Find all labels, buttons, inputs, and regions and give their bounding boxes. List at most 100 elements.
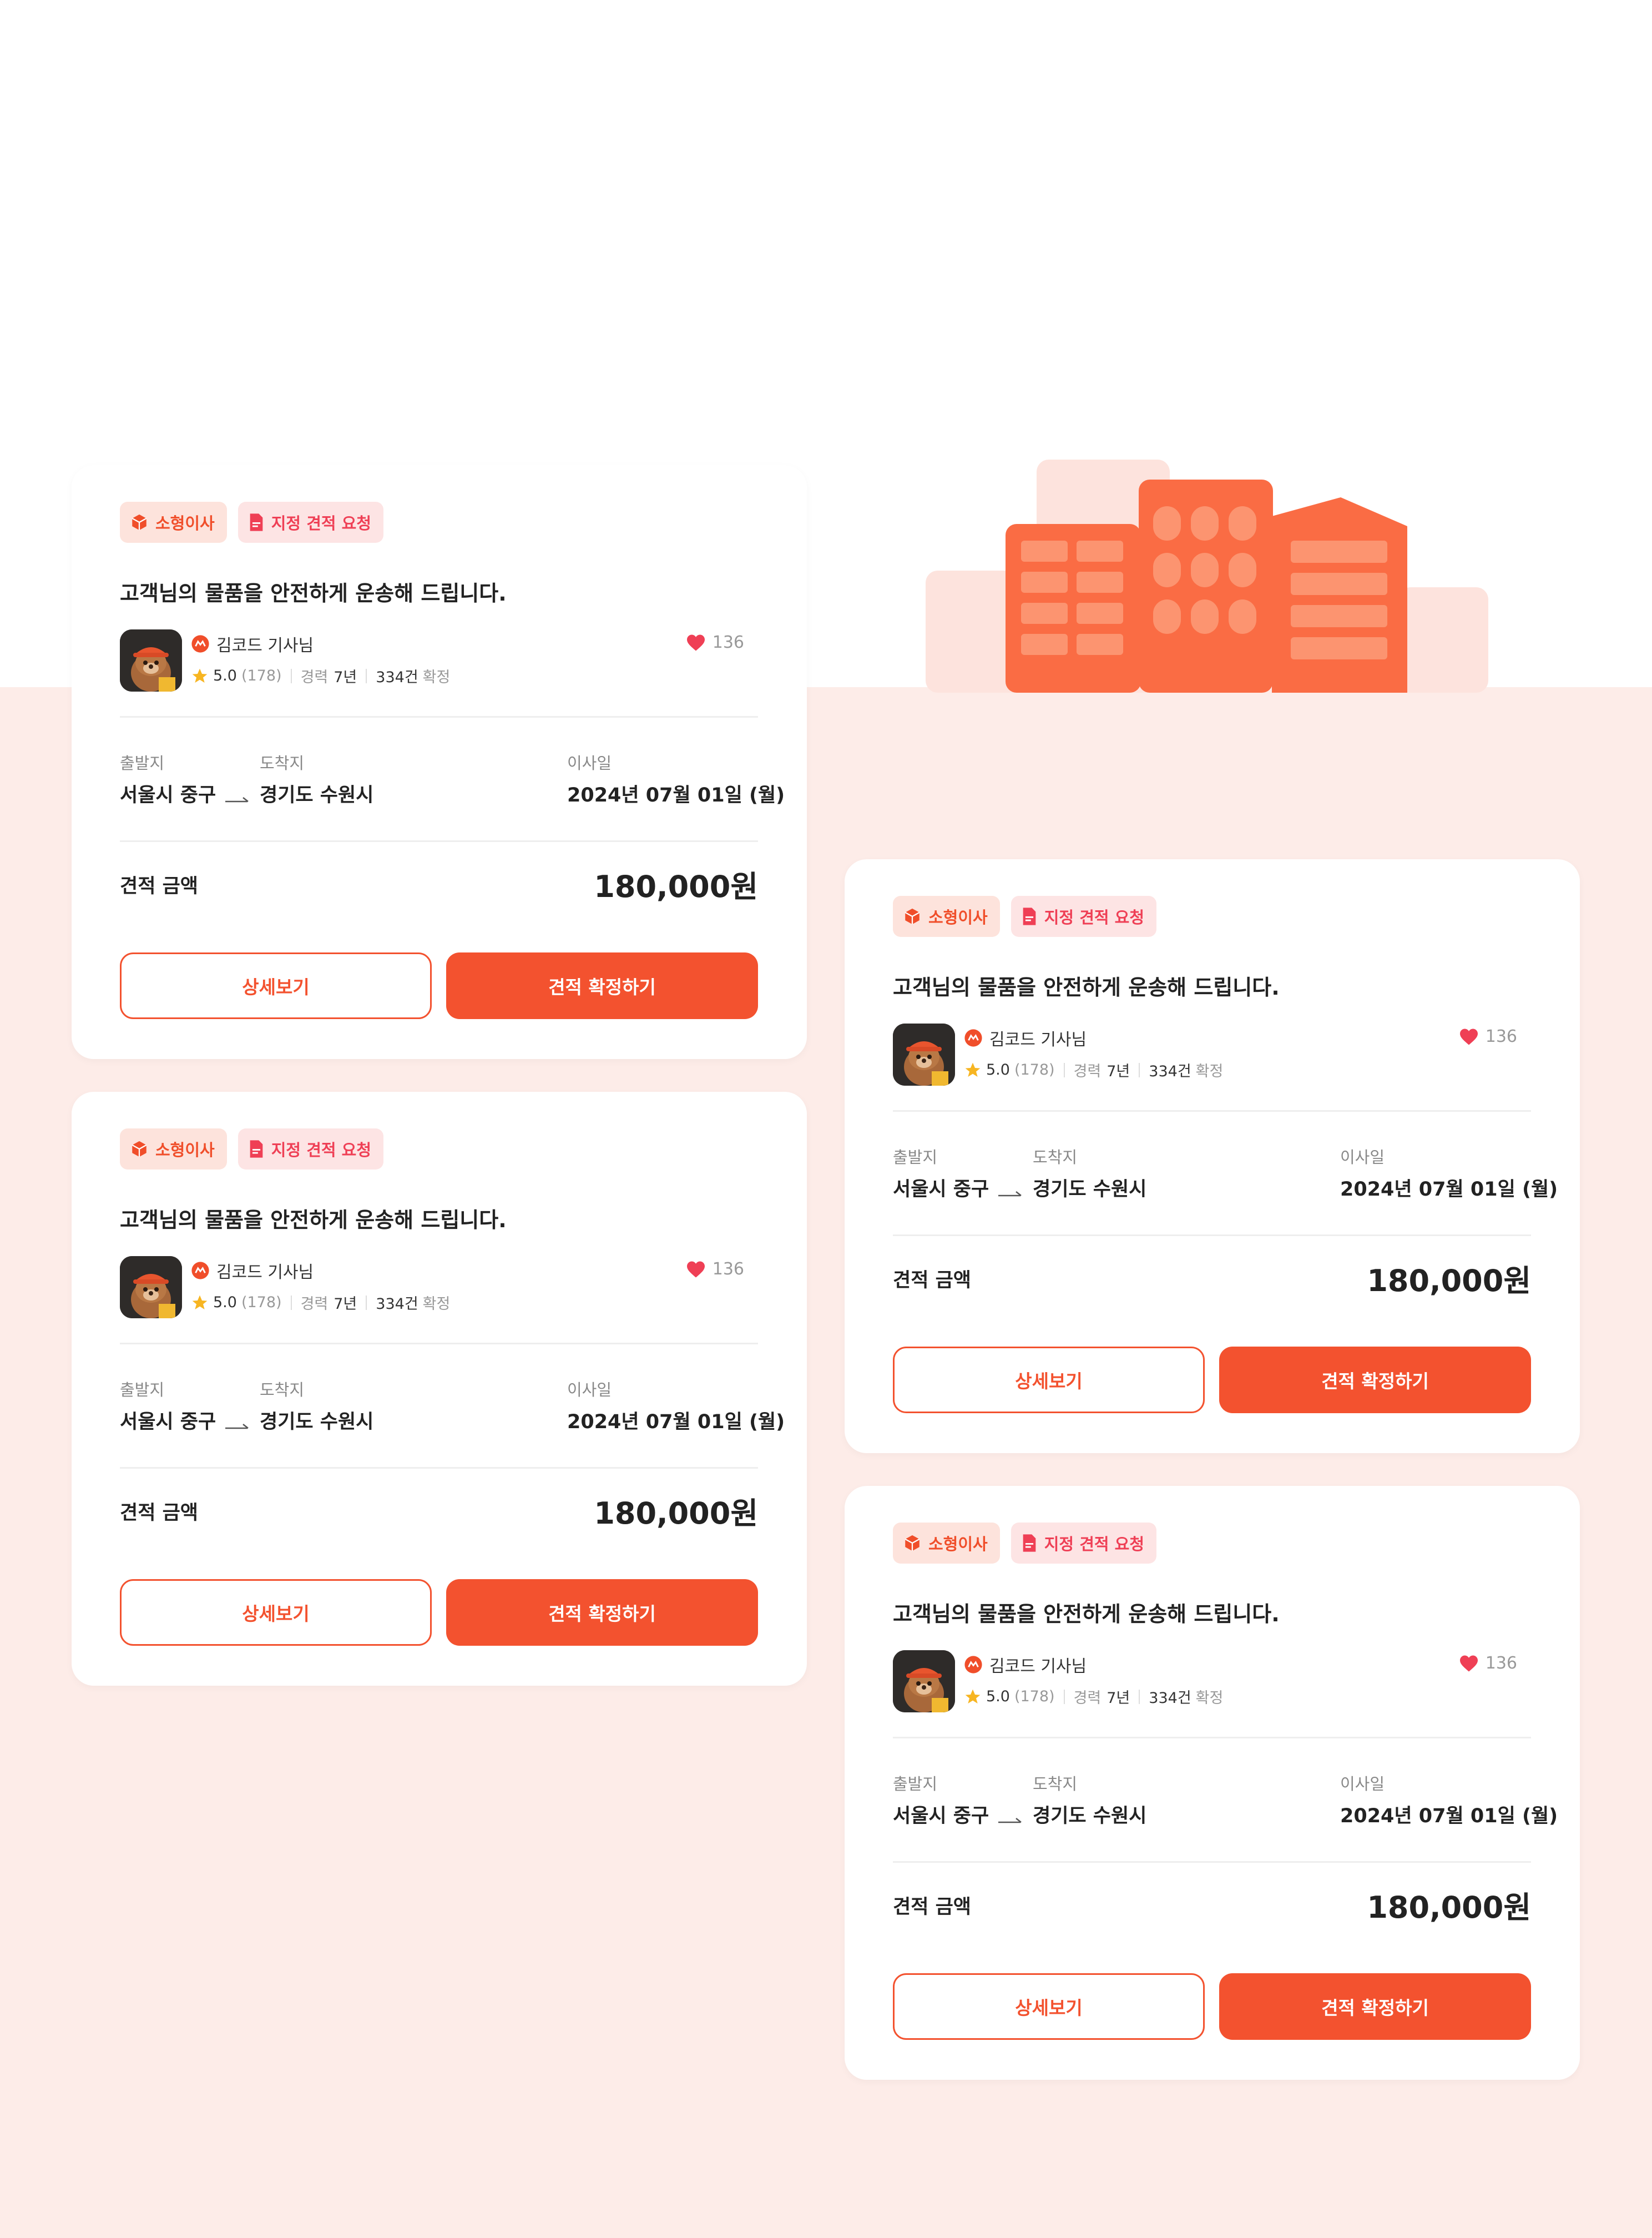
- tag-designated-request: 지정 견적 요청: [1011, 1523, 1157, 1564]
- career-label: 경력: [1073, 1063, 1102, 1080]
- confirmed-count: 334건: [1149, 1690, 1191, 1707]
- detail-button[interactable]: 상세보기: [893, 1347, 1205, 1413]
- rating: 5.0: [213, 667, 237, 684]
- driver-info: 김코드 기사님: [191, 632, 314, 656]
- tag-small-move: 소형이사: [893, 1523, 1000, 1564]
- review-count: (178): [1014, 1061, 1055, 1078]
- price-label: 견적 금액: [893, 1896, 971, 1918]
- move-date-value: 2024년 07월 01일 (월): [567, 784, 785, 807]
- star-icon: [192, 668, 208, 683]
- driver-stats: 5.0 (178) 경력 7년 334건 확정: [964, 1059, 1223, 1081]
- star-icon: [965, 1689, 981, 1703]
- confirmed-label: 확정: [1195, 1063, 1224, 1080]
- origin-value: 서울시 중구: [893, 1178, 989, 1201]
- origin-value: 서울시 중구: [120, 784, 216, 807]
- move-date-label: 이사일: [567, 754, 612, 773]
- box-icon: [132, 1141, 147, 1157]
- price-value: 180,000원: [594, 1496, 758, 1531]
- divider: [120, 716, 758, 718]
- divider: [1063, 1062, 1065, 1077]
- price-label: 견적 금액: [120, 875, 198, 898]
- box-icon: [905, 908, 920, 925]
- confirm-estimate-button[interactable]: 견적 확정하기: [1219, 1347, 1531, 1413]
- divider: [1063, 1689, 1065, 1704]
- driver-info: 김코드 기사님: [191, 1258, 314, 1283]
- estimate-card: 소형이사 지정 견적 요청 고객님의 물품을 안전하게 운송해 드립니다. 김코…: [845, 859, 1580, 1453]
- detail-button[interactable]: 상세보기: [120, 1579, 432, 1646]
- destination-label: 도착지: [260, 1380, 305, 1399]
- box-icon: [132, 514, 147, 531]
- driver-avatar: [120, 1256, 182, 1318]
- driver-stats: 5.0 (178) 경력 7년 334건 확정: [191, 665, 450, 687]
- arrow-right-icon: [998, 1818, 1022, 1823]
- divider: [120, 1343, 758, 1344]
- like-count: 136: [712, 633, 744, 652]
- price-label: 견적 금액: [893, 1269, 971, 1292]
- tag-designated-request: 지정 견적 요청: [238, 1128, 384, 1170]
- divider: [893, 1234, 1531, 1236]
- heart-icon: [686, 1261, 705, 1278]
- confirm-estimate-button[interactable]: 견적 확정하기: [1219, 1973, 1531, 2040]
- driver-avatar: [120, 629, 182, 692]
- career-value: 7년: [1107, 1690, 1130, 1707]
- detail-button[interactable]: 상세보기: [120, 952, 432, 1019]
- tag-small-move: 소형이사: [120, 502, 227, 543]
- rating: 5.0: [986, 1061, 1010, 1078]
- driver-badge-icon: [964, 1029, 982, 1047]
- heart-icon: [1459, 1655, 1478, 1672]
- arrow-right-icon: [998, 1191, 1022, 1197]
- star-icon: [192, 1295, 208, 1309]
- like-button[interactable]: 136: [686, 1259, 744, 1279]
- review-count: (178): [241, 667, 282, 684]
- move-date-value: 2024년 07월 01일 (월): [1340, 1178, 1558, 1201]
- destination-value: 경기도 수원시: [1033, 1805, 1147, 1827]
- price-label: 견적 금액: [120, 1502, 198, 1524]
- card-headline: 고객님의 물품을 안전하게 운송해 드립니다.: [120, 581, 507, 606]
- origin-value: 서울시 중구: [893, 1805, 989, 1827]
- like-button[interactable]: 136: [686, 633, 744, 652]
- career-value: 7년: [334, 1296, 357, 1313]
- driver-avatar: [893, 1024, 955, 1086]
- like-button[interactable]: 136: [1459, 1027, 1517, 1046]
- rating: 5.0: [213, 1294, 237, 1311]
- divider: [893, 1737, 1531, 1738]
- arrow-right-icon: [225, 1424, 249, 1429]
- heart-icon: [686, 634, 705, 651]
- review-count: (178): [241, 1294, 282, 1311]
- review-count: (178): [1014, 1688, 1055, 1705]
- price-value: 180,000원: [1367, 1890, 1531, 1925]
- driver-name: 김코드 기사님: [989, 1657, 1087, 1676]
- like-count: 136: [1485, 1654, 1517, 1673]
- origin-label: 출발지: [120, 1380, 165, 1399]
- tag-small-move: 소형이사: [120, 1128, 227, 1170]
- arrow-right-icon: [225, 797, 249, 803]
- document-icon: [250, 513, 263, 531]
- box-icon: [905, 1535, 920, 1551]
- tag-label: 소형이사: [155, 1141, 215, 1160]
- destination-value: 경기도 수원시: [260, 784, 374, 807]
- driver-name: 김코드 기사님: [989, 1030, 1087, 1050]
- driver-name: 김코드 기사님: [216, 636, 314, 656]
- like-count: 136: [1485, 1027, 1517, 1046]
- confirmed-label: 확정: [422, 669, 451, 686]
- divider: [893, 1861, 1531, 1863]
- confirm-estimate-button[interactable]: 견적 확정하기: [446, 1579, 758, 1646]
- move-date-value: 2024년 07월 01일 (월): [567, 1411, 785, 1433]
- like-button[interactable]: 136: [1459, 1654, 1517, 1673]
- estimate-card: 소형이사 지정 견적 요청 고객님의 물품을 안전하게 운송해 드립니다. 김코…: [72, 1092, 807, 1686]
- driver-stats: 5.0 (178) 경력 7년 334건 확정: [964, 1686, 1223, 1707]
- rating: 5.0: [986, 1688, 1010, 1705]
- divider: [120, 840, 758, 842]
- detail-button[interactable]: 상세보기: [893, 1973, 1205, 2040]
- tag-label: 지정 견적 요청: [271, 514, 372, 533]
- divider: [366, 668, 367, 683]
- price-value: 180,000원: [594, 869, 758, 904]
- origin-value: 서울시 중구: [120, 1411, 216, 1433]
- confirmed-count: 334건: [376, 669, 418, 686]
- star-icon: [965, 1062, 981, 1077]
- move-date-label: 이사일: [1340, 1148, 1385, 1167]
- driver-badge-icon: [964, 1656, 982, 1674]
- confirm-estimate-button[interactable]: 견적 확정하기: [446, 952, 758, 1019]
- tag-label: 소형이사: [928, 908, 988, 927]
- tag-label: 소형이사: [155, 514, 215, 533]
